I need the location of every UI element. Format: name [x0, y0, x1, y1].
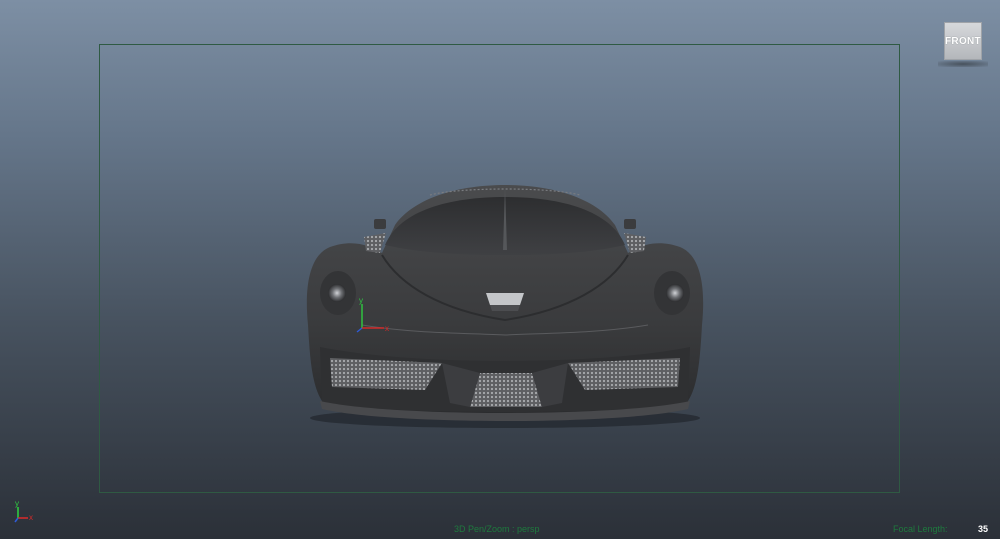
- viewcube-icon[interactable]: FRONT: [938, 20, 988, 67]
- viewcube-front-face[interactable]: FRONT: [944, 22, 982, 60]
- world-axis-icon: y x: [14, 499, 33, 523]
- origin-x-label: x: [385, 324, 389, 333]
- world-y-label: y: [15, 499, 19, 508]
- focal-length-value: 35: [978, 524, 989, 534]
- focal-length-label: Focal Length:: [893, 524, 948, 534]
- camera-label: 3D Pen/Zoom : persp: [454, 524, 540, 534]
- world-x-label: x: [29, 513, 33, 522]
- origin-y-label: y: [359, 296, 363, 305]
- maya-viewport[interactable]: y x y x FRONT 3D Pen/Zoom : persp Focal …: [0, 0, 1000, 539]
- origin-axis-icon: y x: [356, 296, 389, 333]
- viewcube-shadow: [938, 61, 988, 67]
